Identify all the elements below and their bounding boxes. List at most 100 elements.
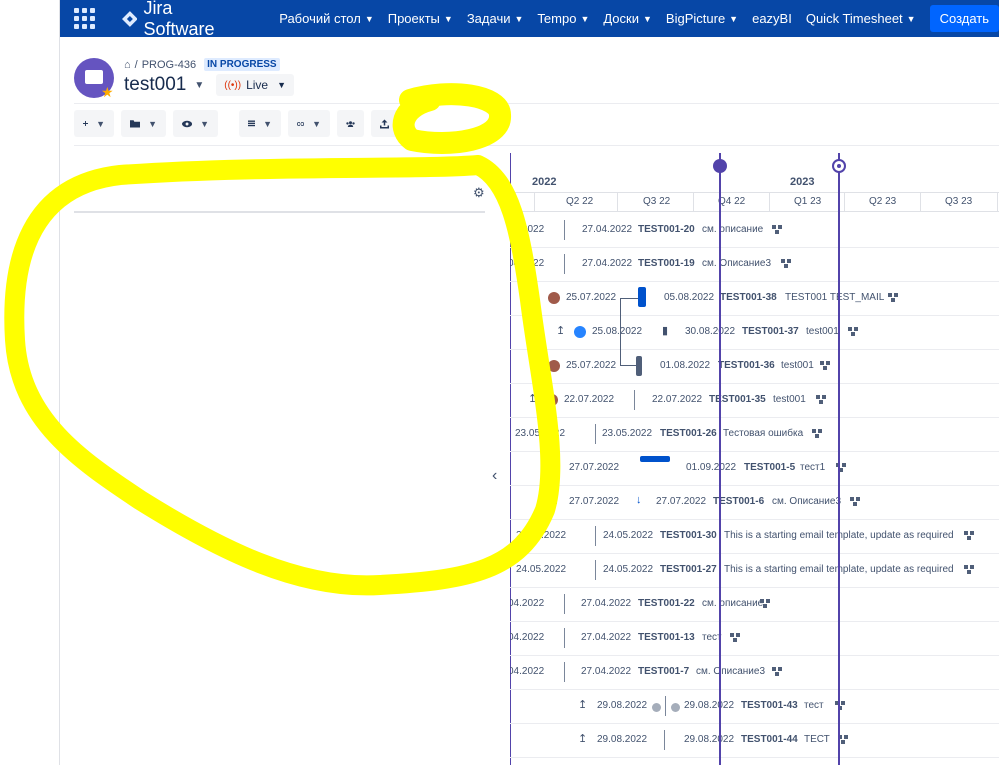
quarter-label: Q3 23 (945, 196, 973, 207)
create-button[interactable]: Создать (929, 5, 999, 32)
gantt-row[interactable]: 04.2022 27.04.2022 TEST001-20 см. описание (510, 214, 999, 248)
view-button[interactable]: ▼ (173, 110, 218, 137)
hierarchy-icon[interactable] (964, 565, 974, 574)
chevron-left-icon[interactable]: ‹ (492, 467, 497, 485)
gantt-row[interactable]: ↥ 25.07.2022 01.08.2022 TEST001-36 test001 (510, 350, 999, 384)
chevron-down-icon: ▼ (443, 13, 453, 24)
folder-button[interactable]: ▼ (121, 110, 166, 137)
hierarchy-icon[interactable] (772, 667, 782, 676)
gantt-row[interactable]: 04.2022 27.04.2022 TEST001-13 тест (510, 622, 999, 656)
nav-item[interactable]: Рабочий стол ▼ (279, 11, 374, 26)
gantt-row[interactable]: ↥ 29.08.2022 29.08.2022 TEST001-44 ТЕСТ (510, 724, 999, 758)
issue-key[interactable]: TEST001-20 (638, 224, 695, 235)
start-date: 04.2022 (510, 258, 545, 269)
arrow-up-icon[interactable]: ↥ (530, 290, 539, 303)
folder-icon (130, 120, 141, 128)
nav-item[interactable]: eazyBI (752, 11, 792, 26)
issue-key[interactable]: TEST001-38 (720, 292, 777, 303)
gantt-row[interactable]: 24.05.2022 24.05.2022 TEST001-30 This is a … (510, 520, 999, 554)
issue-key[interactable]: TEST001-30 (660, 530, 717, 541)
issue-key[interactable]: TEST001-44 (741, 734, 798, 745)
arrow-up-icon[interactable]: ↥ (556, 324, 565, 337)
issue-key[interactable]: TEST001-43 (741, 700, 798, 711)
milestone-dot[interactable] (652, 703, 661, 712)
gantt-row[interactable]: ↥ 22.07.2022 22.07.2022 TEST001-35 test001 (510, 384, 999, 418)
hierarchy-icon[interactable] (730, 633, 740, 642)
gantt-row[interactable]: 04.2022 27.04.2022 TEST001-19 см. Описание3 (510, 248, 999, 282)
nav-item[interactable]: Проекты ▼ (388, 11, 453, 26)
gantt-row[interactable]: 04.2022 27.04.2022 TEST001-22 см. описание (510, 588, 999, 622)
nav-item[interactable]: Tempo ▼ (537, 11, 589, 26)
hierarchy-icon[interactable] (772, 225, 782, 234)
hierarchy-icon[interactable] (850, 497, 860, 506)
arrow-up-icon[interactable]: ↥ (550, 460, 559, 473)
milestone-marker[interactable] (713, 159, 727, 173)
chevron-down-icon[interactable]: ▼ (194, 80, 204, 91)
link-button[interactable]: ▼ (288, 110, 330, 137)
milestone-dot[interactable] (671, 703, 680, 712)
issue-key[interactable]: TEST001-22 (638, 598, 695, 609)
nav-item[interactable]: BigPicture ▼ (666, 11, 738, 26)
gantt-row[interactable]: ↥ 27.07.2022 ↓ 27.07.2022 TEST001-6 см. Описа… (510, 486, 999, 520)
issue-summary: тест (804, 700, 824, 711)
add-button[interactable]: ▼ (74, 110, 114, 137)
gantt-row[interactable]: 24.05.2022 24.05.2022 TEST001-27 This is a … (510, 554, 999, 588)
quarter-label: Q2 22 (566, 196, 594, 207)
hierarchy-icon[interactable] (816, 395, 826, 404)
gantt-row[interactable]: 04.2022 27.04.2022 TEST001-7 см. Описание3 (510, 656, 999, 690)
arrow-up-icon[interactable]: ↥ (550, 494, 559, 507)
end-date: 24.05.2022 (603, 530, 654, 541)
app-switcher-icon[interactable] (70, 4, 100, 34)
issue-key[interactable]: TEST001-7 (638, 666, 689, 677)
issue-key[interactable]: TEST001-26 (660, 428, 717, 439)
arrow-up-icon[interactable]: ↥ (578, 732, 587, 745)
jira-logo[interactable]: Jira Software (121, 0, 248, 40)
hierarchy-icon[interactable] (812, 429, 822, 438)
start-date: 04.2022 (510, 224, 545, 235)
hierarchy-icon[interactable] (781, 259, 791, 268)
summary-bar[interactable] (640, 456, 670, 462)
arrow-down-icon: ↓ (636, 494, 642, 506)
live-mode-button[interactable]: ((•)) Live ▼ (216, 74, 294, 96)
breadcrumb-key[interactable]: PROG-436 (142, 59, 196, 71)
nav-item[interactable]: Доски ▼ (603, 11, 652, 26)
hierarchy-icon[interactable] (888, 293, 898, 302)
issue-key[interactable]: TEST001-19 (638, 258, 695, 269)
issue-key[interactable]: TEST001-13 (638, 632, 695, 643)
task-bar[interactable] (638, 287, 646, 307)
hierarchy-icon[interactable] (848, 327, 858, 336)
gantt-row[interactable]: 23.05.2022 23.05.2022 TEST001-26 Тестовая о… (510, 418, 999, 452)
toolbar: ▼ ▼ ▼ ▼ ▼ (74, 110, 398, 137)
start-date: 29.08.2022 (597, 700, 648, 711)
milestone-marker-target[interactable] (832, 159, 846, 173)
hierarchy-icon[interactable] (820, 361, 830, 370)
gantt-row[interactable]: ↥ 25.08.2022 ▮ 30.08.2022 TEST001-37 test001 (510, 316, 999, 350)
nav-item[interactable]: Задачи ▼ (467, 11, 524, 26)
arrow-up-icon[interactable]: ↥ (528, 392, 537, 405)
gantt-row[interactable]: ↥ 25.07.2022 05.08.2022 TEST001-38 TEST001 T… (510, 282, 999, 316)
hierarchy-icon[interactable] (964, 531, 974, 540)
issue-key[interactable]: TEST001-5 (744, 462, 795, 473)
top-navigation: Jira Software Рабочий стол ▼ Проекты ▼ Задач… (60, 0, 999, 40)
chevron-down-icon: ▼ (148, 118, 157, 129)
chevron-down-icon: ▼ (312, 118, 321, 129)
team-button[interactable] (337, 110, 364, 137)
gear-icon[interactable]: ⚙ (473, 185, 485, 201)
title-row: test001 ▼ ((•)) Live ▼ (124, 74, 294, 96)
gantt-row[interactable]: ↥ 29.08.2022 29.08.2022 TEST001-43 тест (510, 690, 999, 724)
issue-key[interactable]: TEST001-36 (718, 360, 775, 371)
hierarchy-icon[interactable] (835, 701, 845, 710)
arrow-up-icon[interactable]: ↥ (578, 698, 587, 711)
start-date: 24.05.2022 (516, 530, 567, 541)
columns-button[interactable]: ▼ (239, 110, 281, 137)
home-icon[interactable]: ⌂ (124, 59, 131, 71)
issue-key[interactable]: TEST001-37 (742, 326, 799, 337)
hierarchy-icon[interactable] (760, 599, 770, 608)
page-title[interactable]: test001 (124, 74, 186, 96)
nav-item[interactable]: Quick Timesheet ▼ (806, 11, 916, 26)
export-button[interactable] (371, 110, 398, 137)
gantt-row[interactable]: ↥ 27.07.2022 01.09.2022 TEST001-5 тест1 (510, 452, 999, 486)
issue-key[interactable]: TEST001-35 (709, 394, 766, 405)
arrow-up-icon[interactable]: ↥ (530, 358, 539, 371)
issue-key[interactable]: TEST001-27 (660, 564, 717, 575)
